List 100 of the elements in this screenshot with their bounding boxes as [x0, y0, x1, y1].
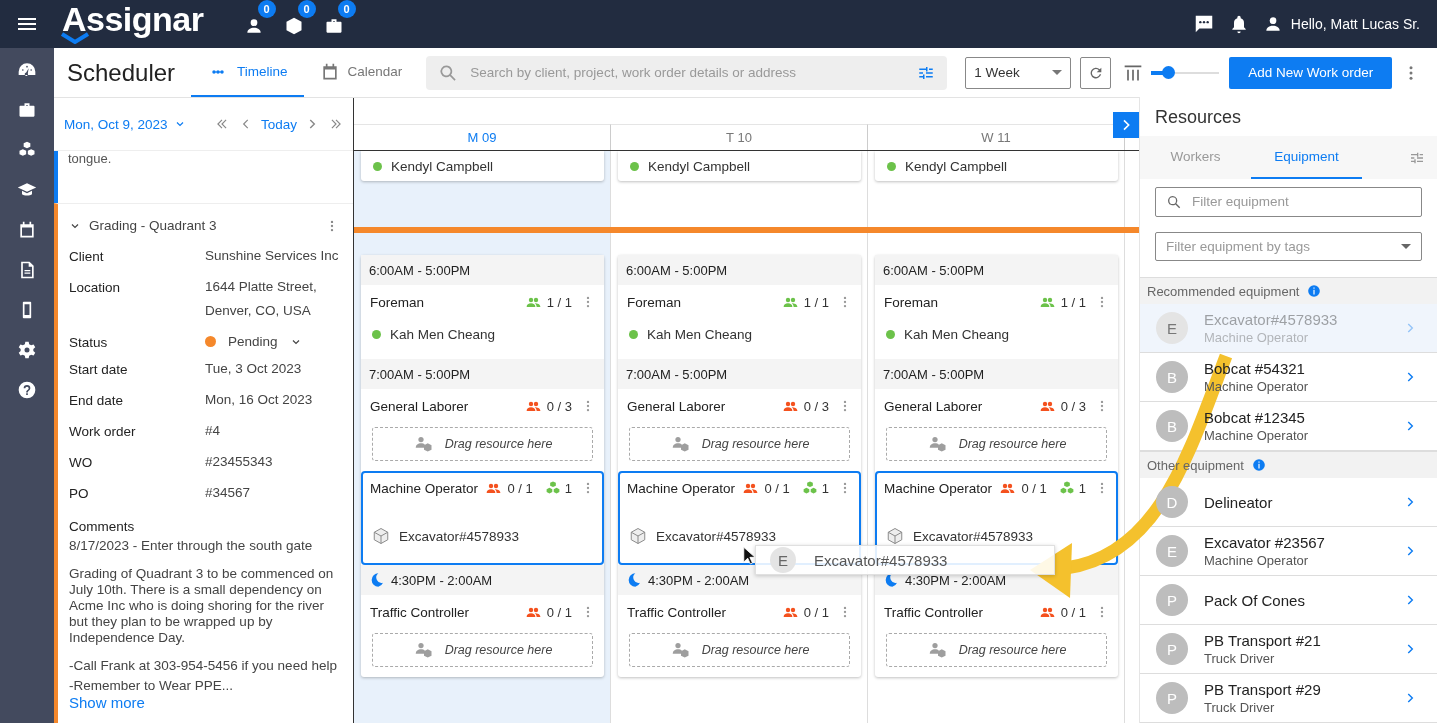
resource-name: Excavator #23567 — [1204, 534, 1326, 551]
shift-time: 7:00AM - 5:00PM — [626, 366, 728, 382]
field-label: Location — [69, 280, 122, 297]
moon-icon — [369, 572, 385, 588]
avatar: E — [1156, 535, 1188, 567]
moon-icon — [626, 572, 642, 588]
avatar: E — [1156, 312, 1188, 344]
avatar: B — [1156, 410, 1188, 442]
worker-name: Kendyl Campbell — [905, 158, 1008, 174]
worker-name: Kendyl Campbell — [391, 158, 494, 174]
briefcase-icon[interactable] — [17, 100, 37, 120]
logo: Assignar — [62, 0, 204, 38]
field-label: Work order — [69, 424, 137, 441]
drop-zone[interactable]: Drag resource here — [886, 633, 1107, 667]
worker-name: Kendyl Campbell — [648, 158, 751, 174]
drag-preview[interactable]: E Excavator#4578933 — [755, 545, 1055, 575]
role-name: Foreman — [370, 294, 426, 310]
field-value: #23455343 — [205, 453, 274, 471]
equipment-name: Excavator#4578933 — [399, 528, 520, 544]
equipment-name: Excavator#4578933 — [913, 528, 1034, 544]
drop-zone[interactable]: Drag resource here — [372, 633, 593, 667]
project-title[interactable]: Grading - Quadrant 3 — [89, 218, 317, 233]
field-value: #34567 — [205, 484, 252, 502]
shift-time: 7:00AM - 5:00PM — [883, 366, 985, 382]
next-button[interactable] — [1113, 112, 1139, 138]
drop-zone[interactable]: Drag resource here — [629, 633, 850, 667]
shift-time: 6:00AM - 5:00PM — [369, 262, 471, 278]
add-work-order-button[interactable]: Add New Work order — [1229, 56, 1393, 89]
worker-name: Kah Men Cheang — [904, 326, 1010, 342]
headcount: 0 / 1 — [524, 604, 572, 620]
user-greeting[interactable]: Hello, Matt Lucas Sr. — [1290, 16, 1420, 32]
field-label: Start date — [69, 362, 129, 379]
avatar: E — [770, 547, 796, 573]
resource-name: Pack Of Cones — [1204, 591, 1306, 609]
view-tab[interactable]: Calendar — [303, 48, 419, 97]
worker-card[interactable]: Kendyl Campbell — [361, 151, 604, 181]
equipment-name: Excavator#4578933 — [656, 528, 777, 544]
double-chevron-right-icon[interactable] — [329, 117, 343, 131]
avatar: P — [1156, 584, 1188, 616]
status-select[interactable]: Pending — [228, 334, 278, 349]
cube-icon — [886, 527, 904, 545]
headcount: 1 / 1 — [524, 294, 572, 310]
day-header[interactable]: T 10 — [611, 124, 868, 150]
role-name: Traffic Controller — [884, 604, 985, 620]
panel-title: Resources — [1154, 106, 1243, 129]
today-button[interactable]: Today — [256, 116, 301, 132]
info-icon — [1251, 458, 1266, 472]
worker-name: Kah Men Cheang — [647, 326, 753, 342]
drop-zone[interactable]: Drag resource here — [372, 427, 593, 461]
role-name: Machine Operator — [627, 480, 737, 496]
resource-name: Excavator#4578933 — [814, 551, 948, 569]
show-more-link[interactable]: Show more — [69, 694, 145, 711]
role-name: Foreman — [884, 294, 940, 310]
comment-text: Grading of Quadrant 3 to be commenced on July 10th. There is a small dependency on Acme Inc who is doing shoring for the river but they plan to be wrapped up by Independence Day. — [69, 566, 335, 646]
refresh-button[interactable] — [1080, 56, 1112, 89]
moon-icon — [883, 572, 899, 588]
resource-role: Machine Operator — [1204, 428, 1310, 443]
field-label: Status — [69, 335, 109, 350]
field-value: Mon, 16 Oct 2023 — [205, 391, 314, 409]
field-label: Client — [69, 249, 105, 266]
count-badge: 0 — [297, 0, 316, 18]
worker-card[interactable]: Kendyl Campbell — [875, 151, 1118, 181]
drop-zone[interactable]: Drag resource here — [886, 427, 1107, 461]
caret-icon — [1401, 243, 1411, 249]
cube-icon — [372, 527, 390, 545]
help-icon[interactable] — [17, 380, 37, 400]
info-icon — [1307, 284, 1322, 298]
field-label: WO — [69, 455, 94, 472]
drop-zone[interactable]: Drag resource here — [629, 427, 850, 461]
resource-tab[interactable]: Equipment — [1251, 136, 1362, 180]
field-value: Sunshine Services Inc — [205, 247, 339, 265]
shift-time: 7:00AM - 5:00PM — [369, 366, 471, 382]
settings-icon[interactable] — [17, 340, 37, 360]
calendar-icon[interactable] — [17, 220, 37, 240]
zoom-slider[interactable] — [1151, 65, 1220, 80]
view-tab[interactable]: Timeline — [191, 48, 304, 97]
role-name: Foreman — [627, 294, 683, 310]
comment-text: 8/17/2023 - Enter through the south gate — [69, 538, 314, 554]
equipment-count: 1 — [800, 479, 829, 497]
double-chevron-left-icon[interactable] — [214, 117, 229, 131]
day-header[interactable]: M 09 — [354, 124, 611, 150]
role-name: Machine Operator — [884, 480, 994, 496]
field-value: #4 — [205, 422, 222, 440]
resource-name: PB Transport #21 — [1204, 632, 1322, 649]
resource-name: Delineator — [1204, 493, 1274, 511]
count-badge: 0 — [257, 0, 276, 18]
worker-card[interactable]: Kendyl Campbell — [618, 151, 861, 181]
shift-time: 4:30PM - 2:00AM — [648, 572, 750, 588]
group-header: Recommended equipment — [1147, 283, 1300, 299]
comments-label: Comments — [69, 519, 136, 534]
resource-name: PB Transport #29 — [1204, 681, 1322, 698]
date-picker[interactable]: Mon, Oct 9, 2023 — [64, 116, 186, 132]
headcount: 0 / 3 — [1038, 398, 1086, 414]
caret-icon — [1052, 70, 1063, 75]
role-name: General Laborer — [884, 398, 984, 414]
range-select[interactable]: 1 Week — [965, 56, 1072, 89]
count-badge: 0 — [337, 0, 356, 18]
role-name: General Laborer — [627, 398, 727, 414]
avatar: D — [1156, 486, 1188, 518]
search-icon — [1166, 193, 1182, 210]
